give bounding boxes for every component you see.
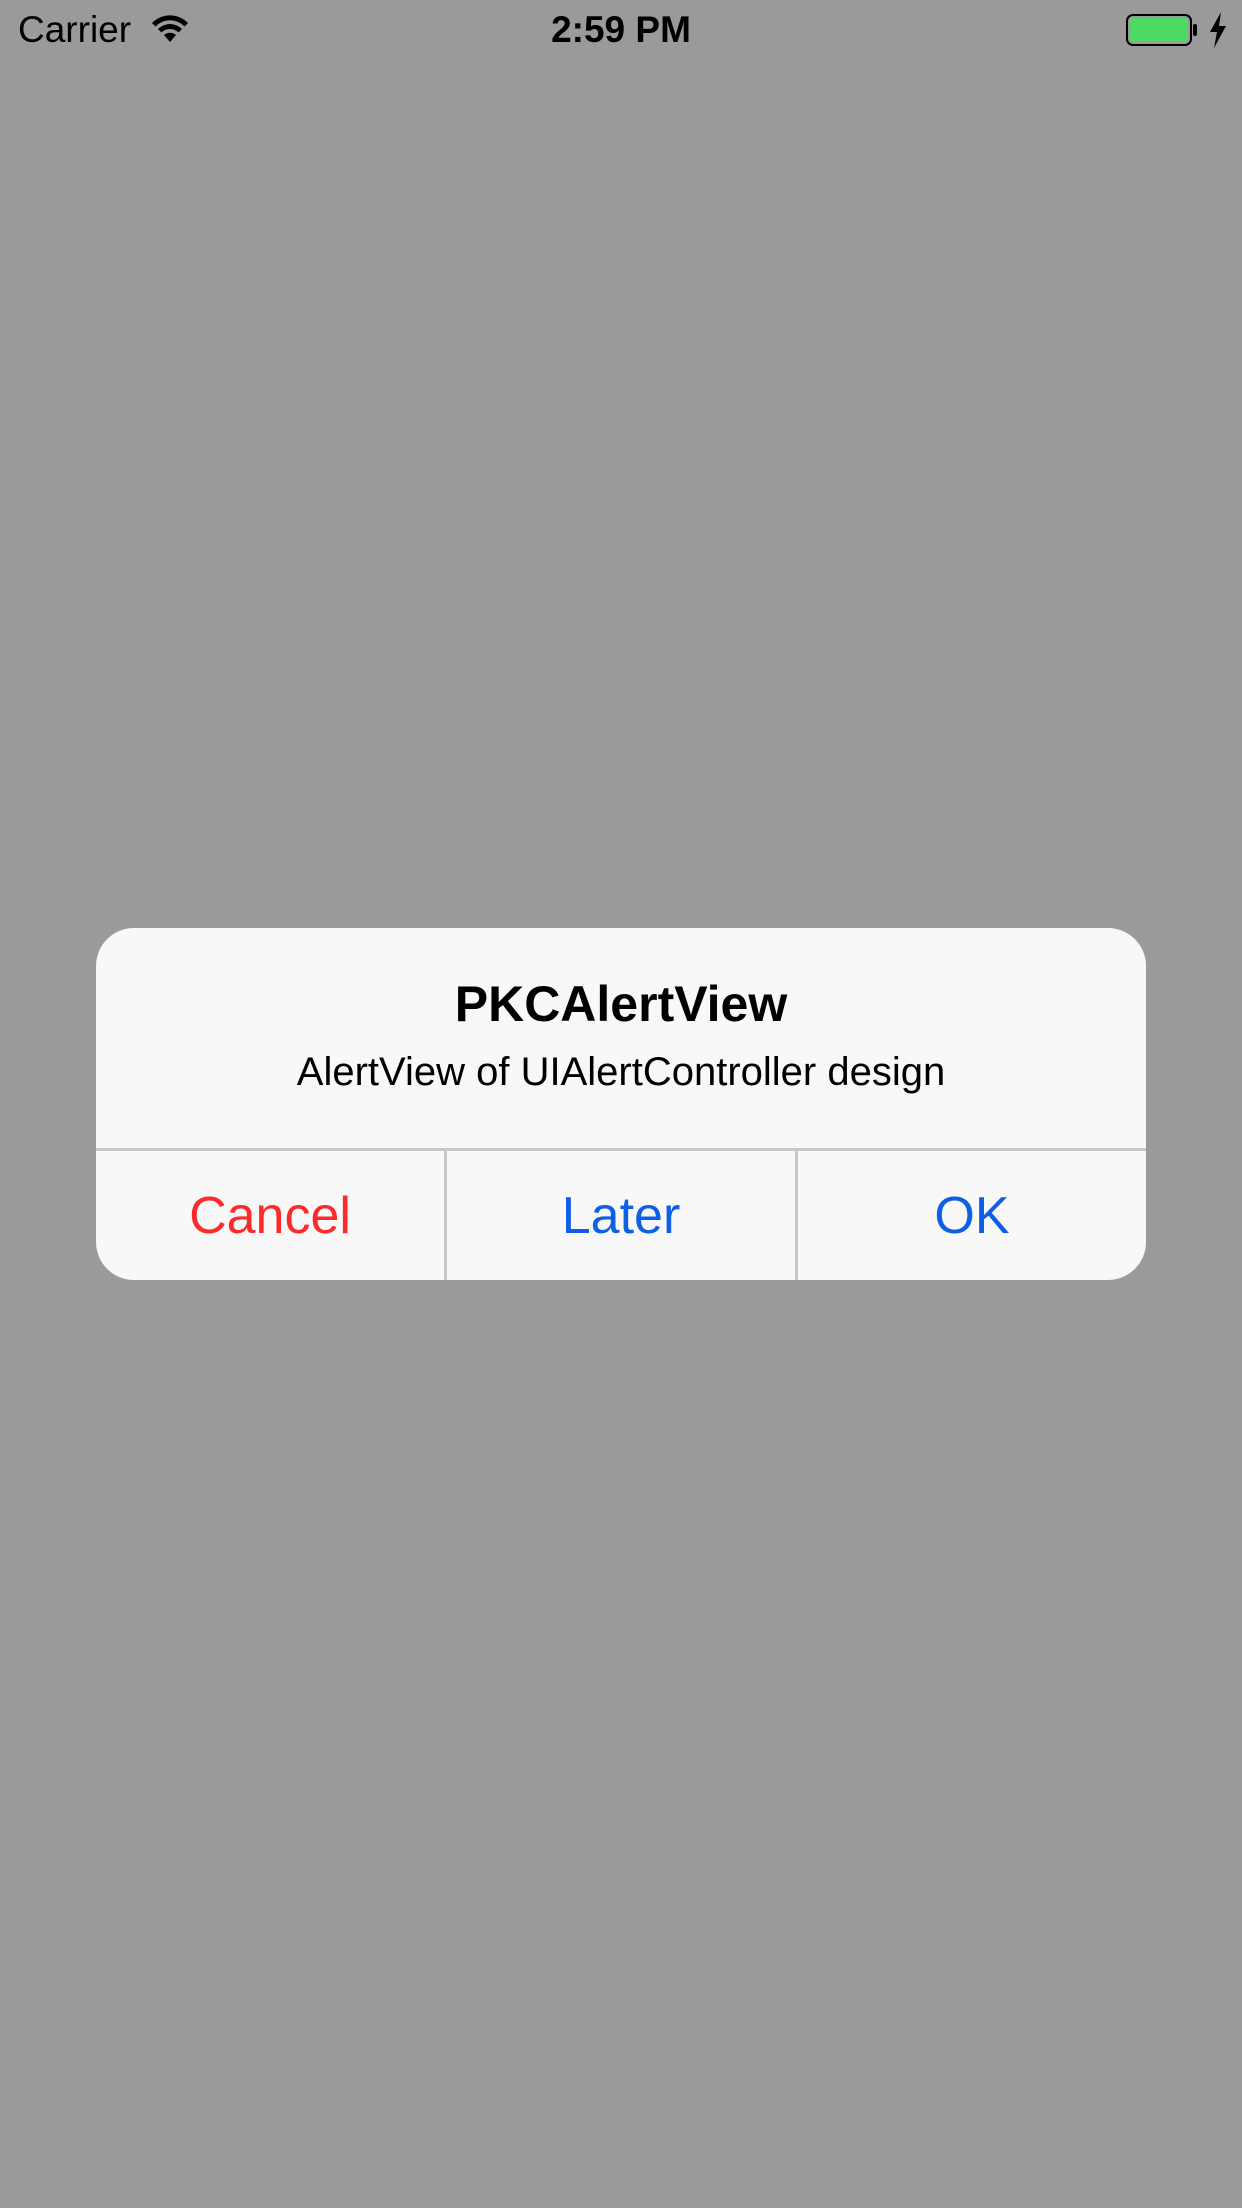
- alert-actions: Cancel Later OK: [96, 1151, 1146, 1280]
- alert-title: PKCAlertView: [454, 976, 788, 1032]
- status-time: 2:59 PM: [551, 9, 691, 50]
- screen: Carrier 2:59 PM PKCAlertView AlertView o…: [0, 0, 1242, 2208]
- later-button[interactable]: Later: [447, 1151, 795, 1280]
- ok-button[interactable]: OK: [798, 1151, 1146, 1280]
- alert-body: PKCAlertView AlertView of UIAlertControl…: [96, 928, 1146, 1148]
- battery-icon: [1126, 14, 1197, 46]
- charging-bolt-icon: [1210, 12, 1226, 48]
- alert-dialog: PKCAlertView AlertView of UIAlertControl…: [96, 928, 1146, 1280]
- alert-message: AlertView of UIAlertController design: [296, 1050, 946, 1094]
- status-bar: Carrier 2:59 PM: [0, 0, 1242, 60]
- cancel-button[interactable]: Cancel: [96, 1151, 444, 1280]
